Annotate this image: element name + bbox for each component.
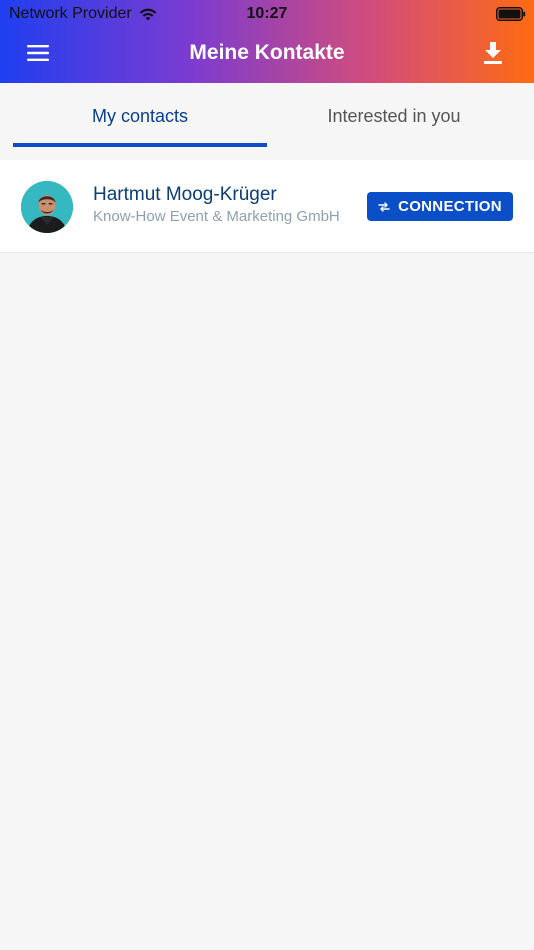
app-header: Network Provider 10:27 Meine Kontakte (0, 0, 534, 83)
connection-button[interactable]: CONNECTION (367, 192, 513, 221)
person-avatar-icon (21, 181, 73, 233)
status-bar: Network Provider 10:27 (0, 0, 534, 28)
contact-list-item[interactable]: Hartmut Moog-Krüger Know-How Event & Mar… (0, 160, 534, 253)
tab-interested-in-you[interactable]: Interested in you (267, 83, 521, 149)
tab-my-contacts[interactable]: My contacts (13, 83, 267, 149)
battery-icon (496, 7, 526, 21)
swap-arrows-icon (378, 201, 390, 212)
active-tab-indicator (13, 143, 267, 147)
contact-name: Hartmut Moog-Krüger (93, 184, 277, 205)
page-title: Meine Kontakte (189, 41, 345, 64)
download-icon[interactable] (484, 42, 502, 64)
avatar (21, 181, 73, 233)
empty-list-area (0, 253, 534, 950)
contact-company: Know-How Event & Marketing GmbH (93, 208, 340, 225)
app-screen: Network Provider 10:27 Meine Kontakte My… (0, 0, 534, 950)
status-time: 10:27 (246, 5, 288, 22)
connection-button-label: CONNECTION (398, 198, 502, 215)
tab-bar: My contacts Interested in you (0, 83, 534, 149)
